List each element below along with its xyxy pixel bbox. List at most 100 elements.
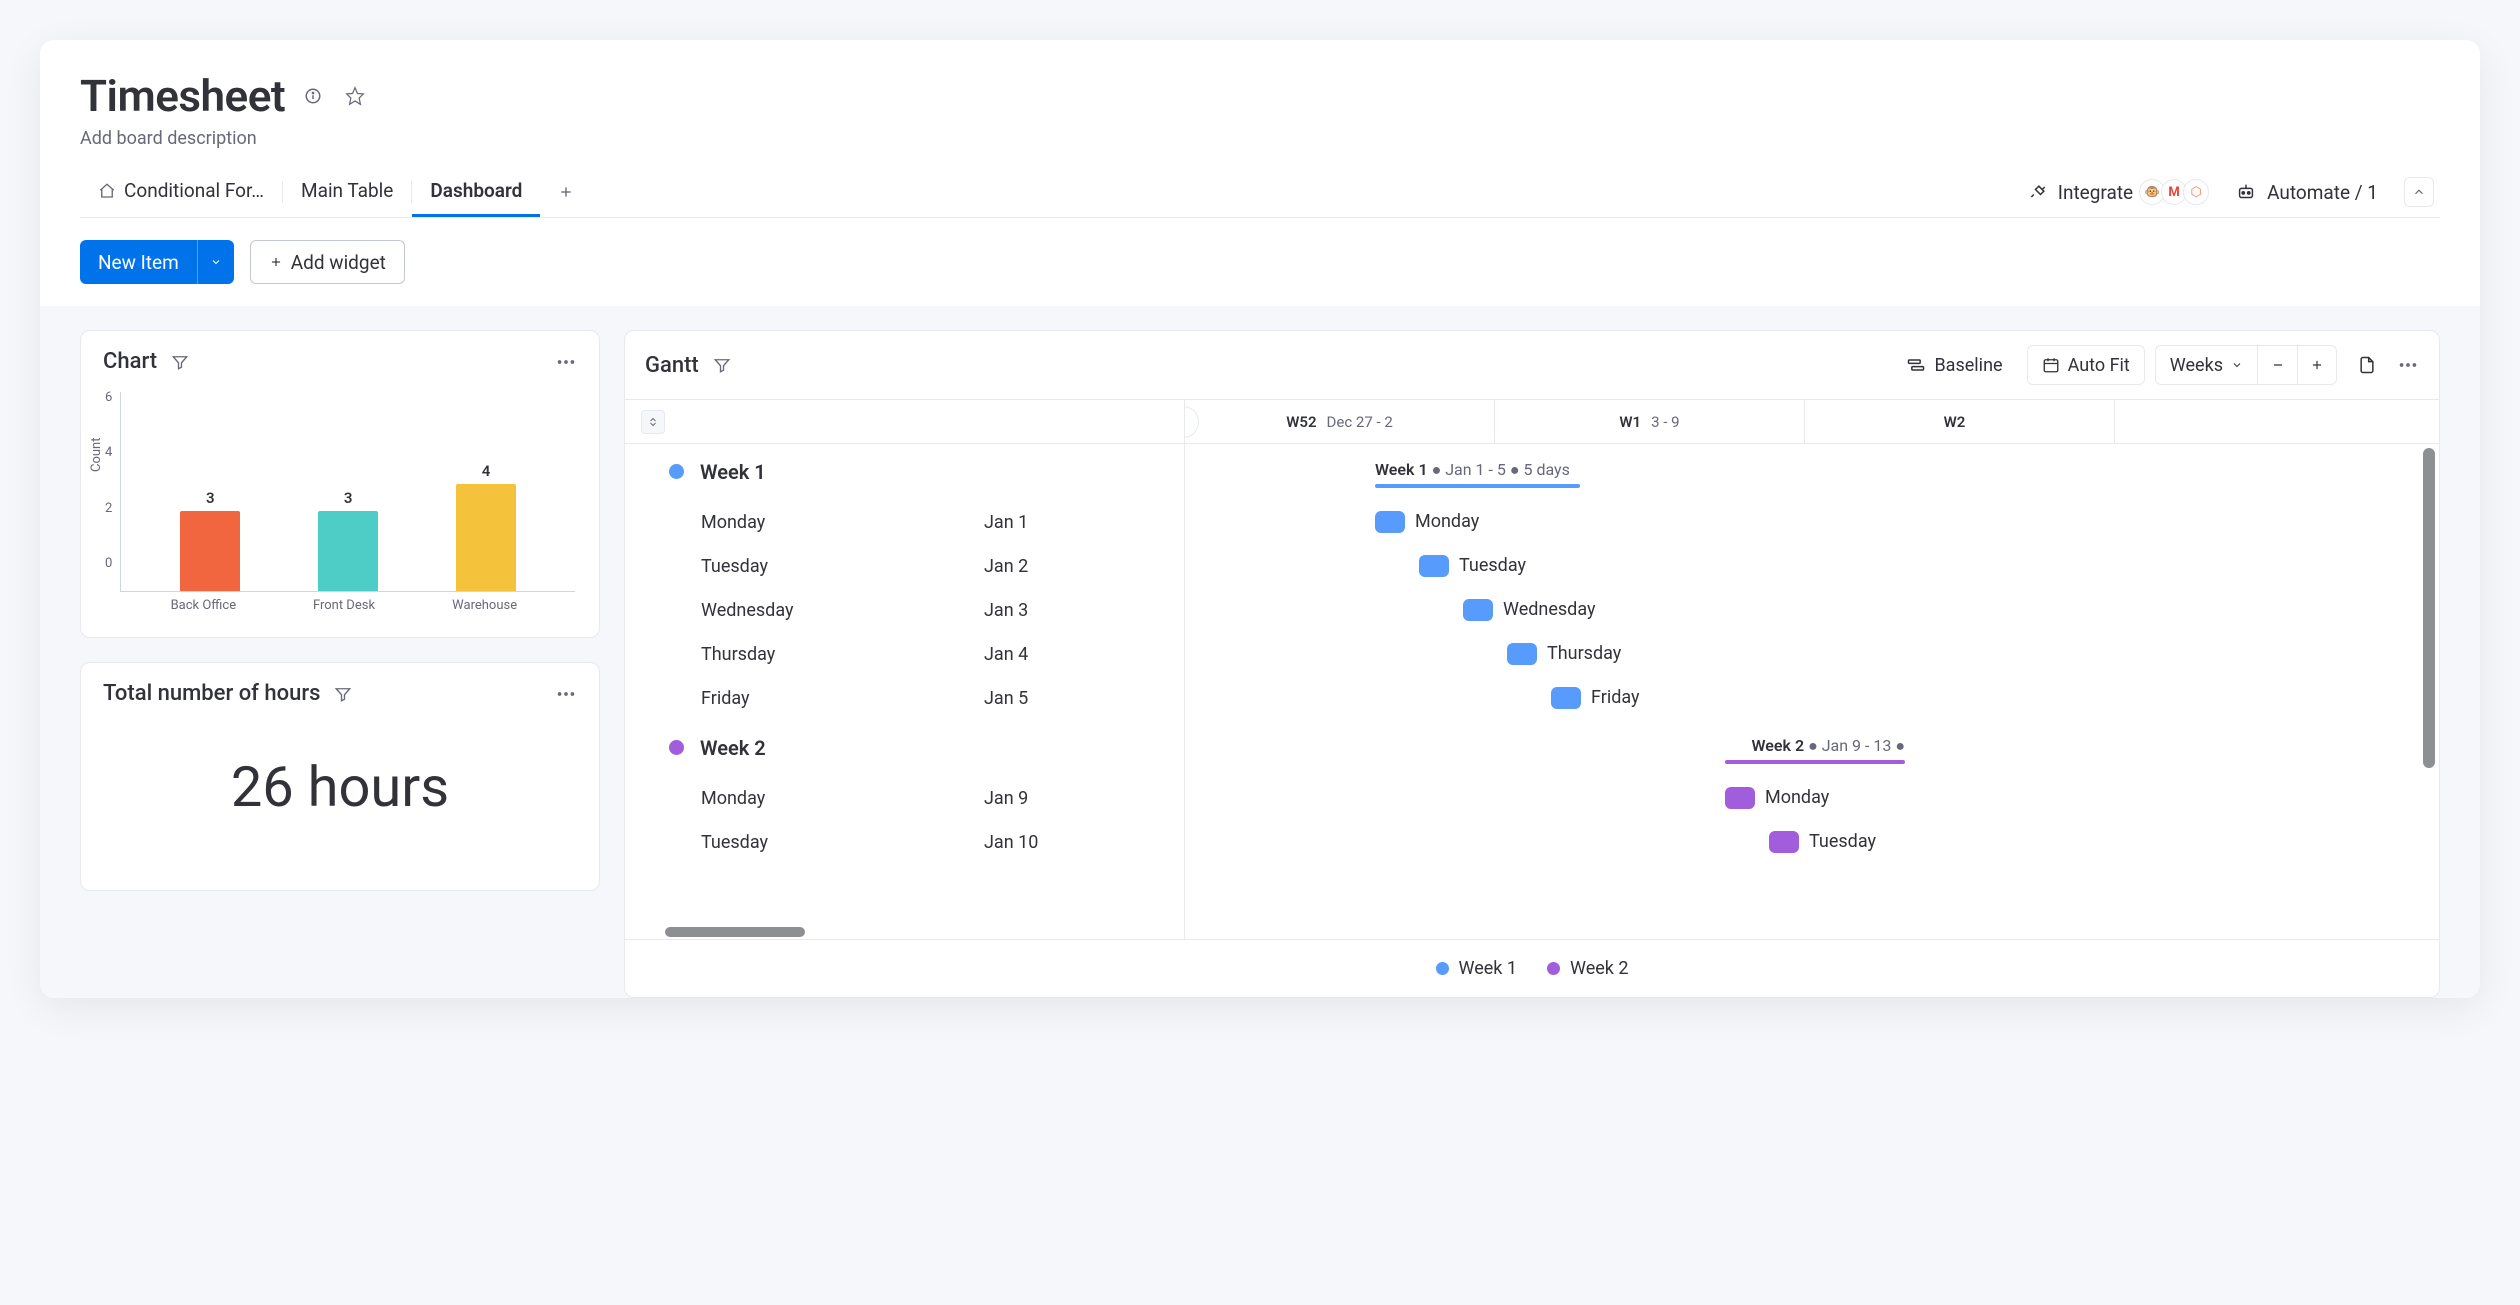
widget-title[interactable]: Total number of hours — [103, 681, 320, 706]
automate-button[interactable]: Automate / 1 — [2235, 181, 2378, 204]
timeline-task-row: Wednesday — [1185, 588, 2439, 632]
group-summary-bar[interactable]: Week 1 ● Jan 1 - 5 ● 5 days — [1375, 460, 1580, 484]
task-bar[interactable]: Monday — [1725, 787, 1755, 809]
task-row[interactable]: FridayJan 5 — [625, 676, 1184, 720]
gantt-left-pane: Week 1MondayJan 1TuesdayJan 2WednesdayJa… — [625, 400, 1185, 939]
add-widget-button[interactable]: Add widget — [250, 240, 405, 284]
task-name: Tuesday — [701, 556, 984, 577]
calendar-icon — [2042, 356, 2060, 374]
new-item-button[interactable]: New Item — [80, 240, 234, 284]
task-row[interactable]: MondayJan 1 — [625, 500, 1184, 544]
range-select[interactable]: Weeks — [2155, 345, 2257, 385]
timeline-week[interactable]: W13 - 9 — [1495, 400, 1805, 443]
more-icon[interactable] — [2397, 354, 2419, 376]
task-bar-label: Tuesday — [1809, 831, 1876, 853]
filter-icon[interactable] — [171, 353, 189, 371]
hours-value: 26 hours — [81, 724, 599, 890]
widget-header: Chart — [81, 331, 599, 392]
widget-header: Total number of hours — [81, 663, 599, 724]
task-bar[interactable]: Monday — [1375, 511, 1405, 533]
star-icon[interactable] — [341, 82, 369, 110]
legend-label: Week 2 — [1570, 958, 1629, 979]
group-summary-bar[interactable]: Week 2 ● Jan 9 - 13 ● — [1725, 736, 1905, 760]
widget-title[interactable]: Gantt — [645, 353, 699, 378]
timeline-week[interactable]: W52Dec 27 - 2 — [1185, 400, 1495, 443]
tab-dashboard[interactable]: Dashboard — [412, 167, 540, 217]
integrate-label: Integrate — [2058, 181, 2133, 204]
task-row[interactable]: TuesdayJan 2 — [625, 544, 1184, 588]
timeline-task-row: Thursday — [1185, 632, 2439, 676]
zoom-out-button[interactable] — [2257, 345, 2297, 385]
legend-dot — [1436, 962, 1449, 975]
task-bar[interactable]: Wednesday — [1463, 599, 1493, 621]
new-item-label: New Item — [80, 251, 197, 274]
timeline-week[interactable]: W2 — [1805, 400, 2115, 443]
group-row[interactable]: Week 2 — [625, 720, 1184, 776]
bar — [456, 484, 516, 591]
board-title[interactable]: Timesheet — [80, 70, 285, 122]
new-item-dropdown[interactable] — [197, 240, 234, 284]
tab-conditional[interactable]: Conditional For… — [80, 167, 282, 217]
baseline-button[interactable]: Baseline — [1892, 345, 2016, 385]
task-name: Friday — [701, 688, 984, 709]
gantt-header: Gantt Baseline — [625, 331, 2439, 399]
left-column: Chart Count 6 4 — [80, 330, 600, 891]
filter-icon[interactable] — [334, 685, 352, 703]
legend-item[interactable]: Week 2 — [1547, 958, 1629, 979]
task-date: Jan 3 — [984, 600, 1184, 621]
collapse-header-button[interactable] — [2404, 177, 2434, 207]
bar-front-desk[interactable]: 3 — [308, 489, 388, 591]
gantt-body: Week 1MondayJan 1TuesdayJan 2WednesdayJa… — [625, 399, 2439, 939]
range-label: Weeks — [2170, 355, 2223, 376]
tab-label: Dashboard — [430, 179, 522, 202]
export-button[interactable] — [2347, 345, 2387, 385]
task-row[interactable]: MondayJan 9 — [625, 776, 1184, 820]
task-bar[interactable]: Tuesday — [1769, 831, 1799, 853]
week-dates: Dec 27 - 2 — [1327, 413, 1393, 431]
task-bar[interactable]: Thursday — [1507, 643, 1537, 665]
task-date: Jan 4 — [984, 644, 1184, 665]
legend-item[interactable]: Week 1 — [1436, 958, 1518, 979]
filter-icon[interactable] — [713, 356, 731, 374]
widget-title[interactable]: Chart — [103, 349, 157, 374]
task-date: Jan 1 — [984, 512, 1184, 533]
task-bar[interactable]: Friday — [1551, 687, 1581, 709]
bar — [180, 511, 240, 591]
add-tab-button[interactable] — [550, 176, 582, 208]
autofit-label: Auto Fit — [2068, 355, 2130, 376]
bar-back-office[interactable]: 3 — [170, 489, 250, 591]
group-summary-text: Week 1 ● Jan 1 - 5 ● 5 days — [1375, 460, 1570, 480]
legend-label: Week 1 — [1459, 958, 1518, 979]
zoom-in-button[interactable] — [2297, 345, 2337, 385]
board: Timesheet Add board description Conditio… — [40, 40, 2480, 998]
horizontal-scrollbar[interactable] — [665, 927, 805, 937]
task-name: Monday — [701, 512, 984, 533]
more-icon[interactable] — [555, 683, 577, 705]
task-row[interactable]: ThursdayJan 4 — [625, 632, 1184, 676]
more-icon[interactable] — [555, 351, 577, 373]
integrate-button[interactable]: Integrate 🐵 M ⬡ — [2028, 179, 2209, 205]
task-row[interactable]: TuesdayJan 10 — [625, 820, 1184, 864]
task-bar[interactable]: Tuesday — [1419, 555, 1449, 577]
bar-warehouse[interactable]: 4 — [446, 462, 526, 591]
gantt-right-pane[interactable]: W52Dec 27 - 2W13 - 9W2 Week 1 ● Jan 1 - … — [1185, 400, 2439, 939]
group-row[interactable]: Week 1 — [625, 444, 1184, 500]
task-bar-label: Monday — [1765, 787, 1829, 809]
home-icon — [98, 182, 116, 200]
task-date: Jan 2 — [984, 556, 1184, 577]
autofit-button[interactable]: Auto Fit — [2027, 345, 2145, 385]
plus-icon — [269, 255, 283, 269]
info-icon[interactable] — [299, 82, 327, 110]
task-bar-label: Friday — [1591, 687, 1640, 709]
vertical-scrollbar[interactable] — [2423, 448, 2435, 768]
task-date: Jan 10 — [984, 832, 1184, 853]
toolbar: New Item Add widget — [80, 218, 2440, 306]
task-row[interactable]: WednesdayJan 3 — [625, 588, 1184, 632]
collapse-groups-button[interactable] — [641, 410, 665, 434]
tab-main-table[interactable]: Main Table — [283, 167, 411, 217]
y-axis-label: Count — [89, 438, 104, 472]
group-underline — [1725, 760, 1905, 764]
board-description[interactable]: Add board description — [80, 128, 2440, 149]
tab-label: Conditional For… — [124, 179, 264, 202]
timeline-task-row: Monday — [1185, 500, 2439, 544]
